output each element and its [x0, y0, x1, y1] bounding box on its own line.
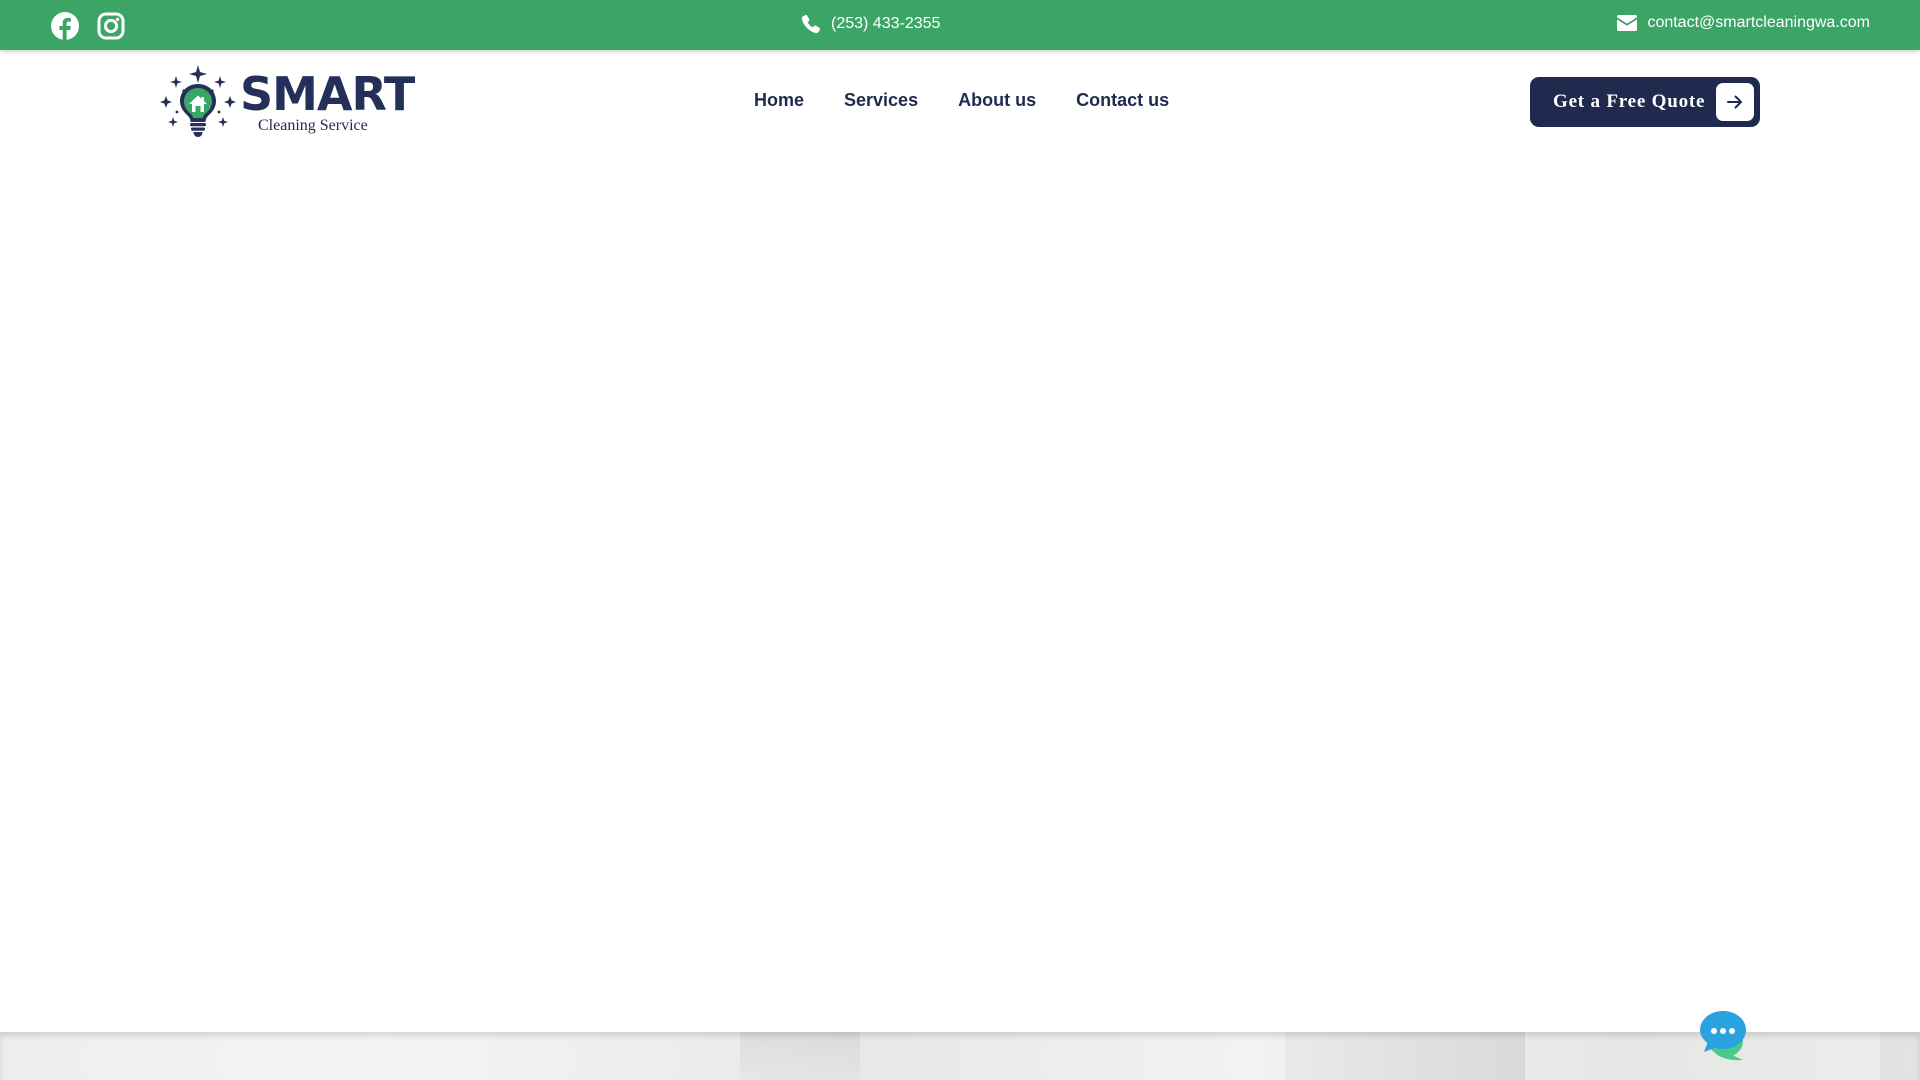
phone-icon	[801, 14, 821, 34]
hero-background-image	[0, 1032, 1920, 1080]
get-free-quote-button[interactable]: Get a Free Quote	[1530, 77, 1760, 127]
envelope-icon	[1617, 15, 1638, 31]
email-address-link[interactable]: contact@smartcleaningwa.com	[1647, 14, 1870, 32]
chat-bubbles-icon[interactable]	[1698, 1010, 1754, 1062]
nav-contact-us[interactable]: Contact us	[1076, 90, 1169, 111]
nav-home[interactable]: Home	[754, 90, 804, 111]
arrow-right-icon	[1727, 95, 1742, 109]
instagram-icon[interactable]	[96, 11, 126, 41]
top-contact-bar: (253) 433-2355 contact@smartcleaningwa.c…	[0, 0, 1920, 50]
quote-button-label: Get a Free Quote	[1553, 91, 1706, 112]
logo-wordmark: SMART Cleaning Service	[240, 66, 415, 134]
nav-about-us[interactable]: About us	[958, 90, 1036, 111]
nav-services[interactable]: Services	[844, 90, 918, 111]
phone-contact[interactable]: (253) 433-2355	[801, 14, 940, 34]
phone-number-link[interactable]: (253) 433-2355	[831, 15, 940, 33]
facebook-icon[interactable]	[50, 11, 80, 41]
logo-subtitle: Cleaning Service	[258, 116, 368, 134]
site-logo[interactable]: SMART Cleaning Service	[160, 64, 415, 140]
logo-title: SMART	[240, 66, 415, 121]
social-links	[50, 11, 126, 41]
email-contact[interactable]: contact@smartcleaningwa.com	[1617, 14, 1870, 32]
main-nav: Home Services About us Contact us	[754, 90, 1169, 111]
quote-arrow-box	[1716, 83, 1754, 121]
lightbulb-house-logo	[160, 65, 236, 137]
